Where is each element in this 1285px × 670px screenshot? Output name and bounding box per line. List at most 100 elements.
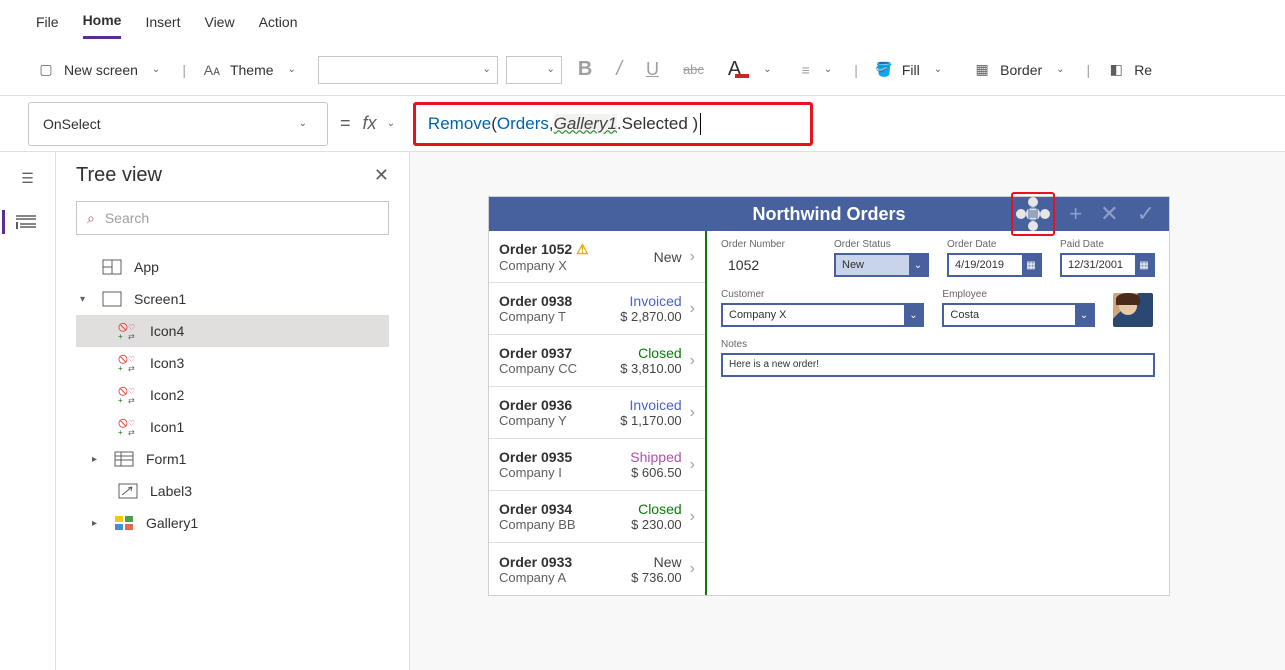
formula-tail: .Selected )	[617, 114, 698, 134]
italic-button[interactable]: /	[608, 54, 630, 85]
svg-text:+: +	[118, 428, 123, 437]
chevron-down-icon: ⌄	[1075, 305, 1093, 325]
chevron-right-icon: ›	[690, 456, 695, 474]
property-selector[interactable]: OnSelect ⌄	[28, 102, 328, 146]
order-id: Order 0938	[499, 293, 614, 309]
company-name: Company I	[499, 465, 614, 480]
cancel-icon[interactable]: ✕	[1100, 201, 1118, 227]
tree-node-icon1[interactable]: 🚫♡+⇄ Icon1	[76, 411, 389, 443]
company-name: Company CC	[499, 361, 614, 376]
align-button[interactable]: ≡⌄	[794, 58, 847, 82]
menu-action[interactable]: Action	[259, 6, 298, 38]
theme-icon: Aᴀ	[202, 62, 222, 78]
strike-button[interactable]: abc	[675, 58, 712, 81]
field-label: Order Date	[947, 239, 1042, 250]
app-icon	[100, 258, 124, 276]
icons-group-icon: 🚫♡+⇄	[116, 322, 140, 340]
expand-icon[interactable]: ▸	[92, 454, 102, 465]
icons-group-icon: 🚫♡+⇄	[116, 418, 140, 436]
order-amount: $ 3,810.00	[614, 361, 682, 376]
svg-text:♡: ♡	[128, 323, 135, 332]
gallery-row[interactable]: Order 0934Company BBClosed$ 230.00›	[489, 491, 705, 543]
tree-search-input[interactable]: ⌕ Search	[76, 201, 389, 235]
gallery-row[interactable]: Order 0936Company YInvoiced$ 1,170.00›	[489, 387, 705, 439]
employee-select[interactable]: Costa⌄	[942, 303, 1095, 327]
company-name: Company T	[499, 309, 614, 324]
tree-node-icon2[interactable]: 🚫♡+⇄ Icon2	[76, 379, 389, 411]
rail-hamburger[interactable]: ☰	[16, 166, 40, 190]
order-number-value: 1052	[721, 253, 816, 277]
rail-tree-view[interactable]	[2, 210, 40, 234]
order-status: Invoiced	[614, 293, 682, 309]
submit-icon[interactable]: ✓	[1137, 201, 1155, 227]
menu-file[interactable]: File	[36, 6, 59, 38]
trash-icon-selected[interactable]	[1015, 196, 1051, 232]
tree: App ▾ Screen1 🚫♡+⇄ Icon4 🚫♡+⇄ Icon3 🚫♡+⇄	[76, 251, 389, 539]
field-label: Paid Date	[1060, 239, 1155, 250]
warning-icon: ⚠	[576, 241, 589, 258]
chevron-right-icon: ›	[690, 560, 695, 578]
reorder-button[interactable]: ◧ Re	[1098, 57, 1160, 82]
tree-view-panel: Tree view ✕ ⌕ Search App ▾ Screen1 🚫	[56, 152, 410, 670]
tree-node-gallery1[interactable]: ▸ Gallery1	[76, 507, 389, 539]
menu-home[interactable]: Home	[83, 4, 122, 39]
formula-obj: Gallery1	[554, 114, 617, 134]
border-button[interactable]: ▦ Border ⌄	[964, 57, 1078, 82]
font-family-combo[interactable]: ⌄	[318, 56, 498, 84]
menu-view[interactable]: View	[204, 6, 234, 38]
field-label: Employee	[942, 289, 1095, 300]
chevron-right-icon: ›	[690, 300, 695, 318]
gallery-row[interactable]: Order 0938Company TInvoiced$ 2,870.00›	[489, 283, 705, 335]
order-status-select[interactable]: New⌄	[834, 253, 929, 277]
fill-label: Fill	[902, 62, 920, 78]
tree-label: Gallery1	[146, 515, 198, 531]
gallery-row[interactable]: Order 0935Company IShipped$ 606.50›	[489, 439, 705, 491]
new-screen-button[interactable]: ▢ New screen ⌄	[28, 57, 174, 82]
collapse-icon[interactable]: ▾	[80, 294, 90, 305]
company-name: Company A	[499, 570, 614, 585]
add-icon[interactable]: +	[1069, 201, 1082, 227]
expand-icon[interactable]: ▸	[92, 518, 102, 529]
tree-label: App	[134, 259, 159, 275]
order-id: Order 0935	[499, 449, 614, 465]
fx-button[interactable]: fx ⌄	[363, 113, 401, 134]
tree-node-screen1[interactable]: ▾ Screen1	[76, 283, 389, 315]
theme-button[interactable]: Aᴀ Theme ⌄	[194, 58, 310, 82]
gallery-row[interactable]: Order 0937Company CCClosed$ 3,810.00›	[489, 335, 705, 387]
gallery-row[interactable]: Order 0933Company ANew$ 736.00›	[489, 543, 705, 595]
paid-date-input[interactable]: 12/31/2001▦	[1060, 253, 1155, 277]
notes-input[interactable]: Here is a new order!	[721, 353, 1155, 377]
fill-button[interactable]: 🪣 Fill ⌄	[866, 57, 956, 82]
tree-label: Icon2	[150, 387, 184, 403]
tree-node-app[interactable]: App	[76, 251, 389, 283]
svg-text:♡: ♡	[128, 387, 135, 396]
canvas[interactable]: Northwind Orders	[410, 152, 1285, 670]
chevron-right-icon: ›	[690, 248, 695, 266]
chevron-down-icon: ⌄	[1050, 64, 1070, 75]
order-date-input[interactable]: 4/19/2019▦	[947, 253, 1042, 277]
bold-button[interactable]: B	[570, 54, 600, 85]
font-size-combo[interactable]: ⌄	[506, 56, 562, 84]
tree-node-form1[interactable]: ▸ Form1	[76, 443, 389, 475]
underline-button[interactable]: U	[638, 55, 667, 84]
font-color-button[interactable]: A⌄	[720, 54, 786, 85]
orders-gallery[interactable]: Order 1052⚠Company XNew›Order 0938Compan…	[489, 231, 707, 595]
gallery-row[interactable]: Order 1052⚠Company XNew›	[489, 231, 705, 283]
order-status: Closed	[614, 345, 682, 361]
label-icon	[116, 482, 140, 500]
new-screen-label: New screen	[64, 62, 138, 78]
chevron-down-icon: ⌄	[146, 64, 166, 75]
tree-node-icon3[interactable]: 🚫♡+⇄ Icon3	[76, 347, 389, 379]
menu-insert[interactable]: Insert	[145, 6, 180, 38]
customer-select[interactable]: Company X⌄	[721, 303, 924, 327]
tree-node-icon4[interactable]: 🚫♡+⇄ Icon4	[76, 315, 389, 347]
svg-text:⇄: ⇄	[128, 396, 135, 405]
equals-sign: =	[340, 113, 351, 134]
order-status: Shipped	[614, 449, 682, 465]
header-icons: + ✕ ✓	[1001, 197, 1169, 231]
close-icon[interactable]: ✕	[374, 165, 389, 186]
formula-input[interactable]: Remove ( Orders , Gallery1 .Selected )	[413, 102, 813, 146]
chevron-down-icon: ⌄	[904, 305, 922, 325]
order-id: Order 1052⚠	[499, 241, 614, 258]
tree-node-label3[interactable]: Label3	[76, 475, 389, 507]
